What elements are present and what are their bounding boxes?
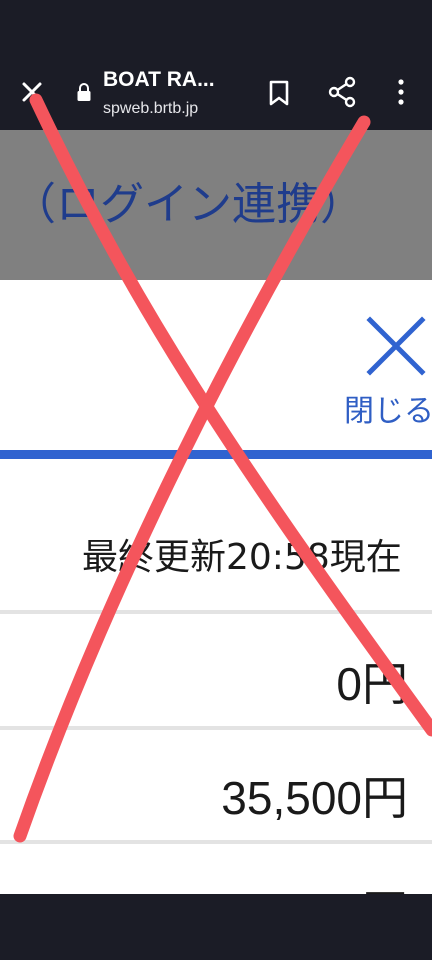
divider-blue bbox=[0, 450, 432, 459]
row-divider bbox=[0, 840, 432, 844]
amount-row-1: 0円 bbox=[336, 658, 408, 710]
amount-row-3: 36,450円 bbox=[221, 876, 408, 894]
more-vert-icon[interactable] bbox=[392, 76, 410, 108]
amount-row-2: 35,500円 bbox=[221, 772, 408, 824]
close-x-icon[interactable] bbox=[366, 316, 426, 376]
status-bar bbox=[0, 0, 432, 52]
page-header: （ログイン連携） bbox=[0, 130, 432, 280]
navigation-bar bbox=[0, 894, 432, 960]
bookmark-icon[interactable] bbox=[266, 78, 292, 108]
row-divider bbox=[0, 610, 432, 614]
close-button-label[interactable]: 閉じる bbox=[344, 386, 432, 430]
close-icon[interactable] bbox=[14, 74, 50, 110]
lock-icon bbox=[77, 83, 91, 101]
row-divider bbox=[0, 726, 432, 730]
browser-toolbar: BOAT RA... spweb.brtb.jp bbox=[0, 52, 432, 130]
page-url[interactable]: spweb.brtb.jp bbox=[103, 100, 198, 118]
page-title[interactable]: BOAT RA... bbox=[103, 68, 243, 92]
last-updated-text: 最終更新20:58現在 bbox=[82, 537, 402, 578]
web-content: （ログイン連携） 閉じる 最終更新20:58現在 0円 35,500円 36,4… bbox=[0, 130, 432, 894]
share-icon[interactable] bbox=[327, 76, 357, 108]
header-text: （ログイン連携） bbox=[12, 179, 364, 230]
